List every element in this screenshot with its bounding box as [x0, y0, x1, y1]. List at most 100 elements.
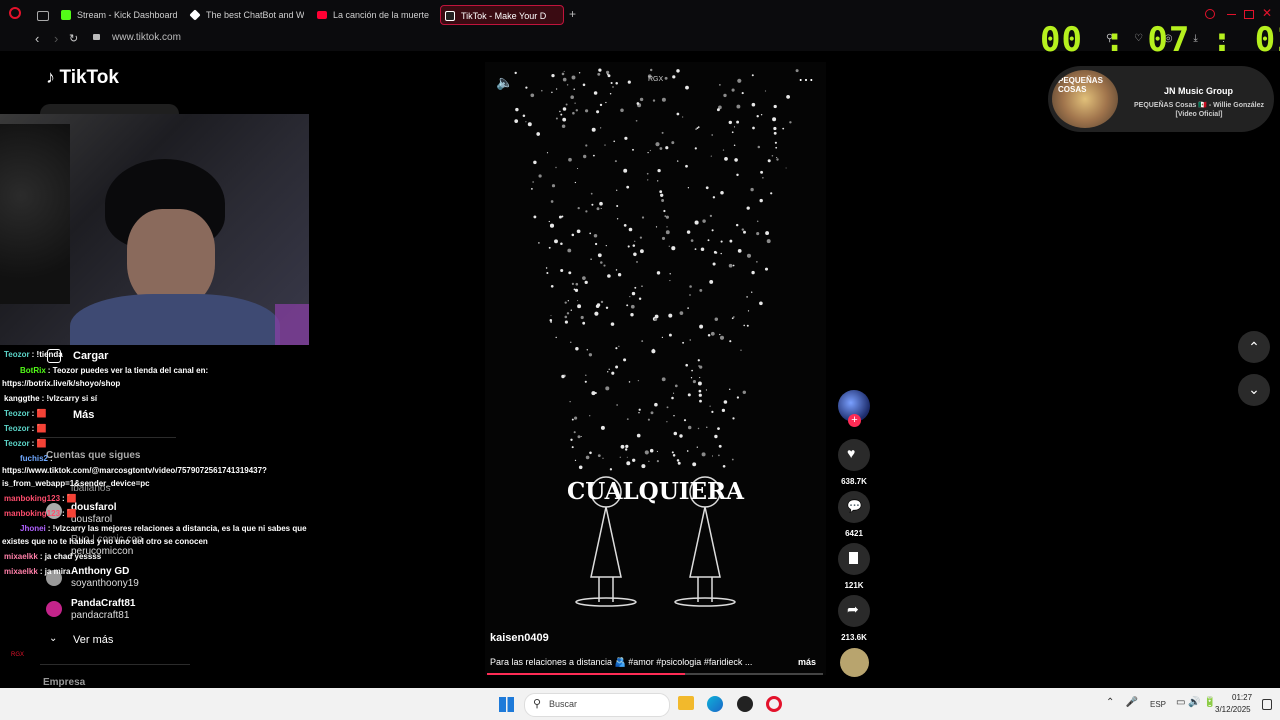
reload-icon[interactable]: ↻ [69, 32, 78, 45]
star [689, 294, 691, 296]
chat-user: manboking123 [4, 509, 61, 518]
star [660, 193, 664, 197]
video-author[interactable]: kaisen0409 [490, 632, 549, 644]
star [561, 72, 565, 76]
caption-more-link[interactable]: más [798, 657, 816, 667]
star [522, 114, 526, 117]
volume-icon[interactable]: 🔈 [496, 74, 513, 91]
star [566, 312, 570, 315]
tray-icons[interactable]: ⌃ 🎤 [1106, 697, 1138, 708]
video-player[interactable]: 🔈 RGX ⋯ CUALQUIERA kaisen0409 Para las r… [485, 62, 826, 675]
see-more-link[interactable]: Ver más [73, 634, 113, 646]
chat-line: BotRix: Teozor puedes ver la tienda del … [4, 366, 208, 375]
star [590, 192, 593, 195]
opera-taskbar-icon[interactable] [766, 696, 782, 712]
star [591, 203, 594, 206]
star [751, 270, 755, 275]
star [591, 127, 596, 132]
tab-tiktok[interactable]: TikTok - Make Your D [440, 5, 564, 25]
file-explorer-icon[interactable] [678, 696, 694, 710]
star [607, 274, 611, 278]
scroll-down-button[interactable]: ⌄ [1238, 374, 1270, 406]
save-button[interactable] [838, 543, 870, 575]
star [533, 215, 537, 219]
star [716, 108, 720, 112]
star [746, 296, 748, 298]
star [649, 149, 652, 152]
maximize-button[interactable] [1244, 10, 1254, 19]
star [582, 321, 586, 325]
chat-msg: : 🟥 [62, 494, 77, 503]
tab-overview-icon[interactable] [37, 11, 49, 21]
tab-youtube[interactable]: La canción de la muerte [313, 5, 431, 25]
notifications-icon[interactable] [1262, 699, 1272, 710]
star [589, 232, 592, 235]
star [661, 131, 664, 134]
chat-msg: : Teozor puedes ver la tienda del canal … [47, 366, 209, 375]
more-options-icon[interactable]: ⋯ [798, 70, 814, 90]
following-handle: pandacraft81 [71, 610, 130, 621]
star [649, 68, 653, 72]
clock-date[interactable]: 3/12/2025 [1215, 705, 1251, 714]
star [764, 267, 769, 271]
like-button[interactable]: ♥ [838, 439, 870, 471]
search-tabs-icon[interactable] [1205, 9, 1215, 19]
minimize-button[interactable] [1227, 14, 1236, 15]
chat-msg: : 🟥 [31, 409, 47, 418]
app-icon[interactable] [737, 696, 753, 712]
star [747, 310, 750, 312]
star [599, 201, 603, 206]
clock-time[interactable]: 01:27 [1232, 693, 1252, 702]
new-tab-button[interactable]: + [569, 8, 576, 20]
star [641, 464, 646, 469]
chat-line: kanggthe: !vlzcarry si sí [4, 394, 97, 403]
star [637, 379, 640, 382]
star [765, 231, 770, 236]
windows-start-icon[interactable] [499, 697, 514, 712]
star [654, 402, 658, 407]
star [614, 160, 617, 163]
star [711, 229, 714, 232]
scroll-up-button[interactable]: ⌃ [1238, 331, 1270, 363]
star [740, 349, 742, 351]
star [616, 218, 619, 220]
chevron-down-icon[interactable]: ⌄ [49, 633, 57, 644]
close-window-button[interactable]: ✕ [1262, 6, 1272, 20]
url-field[interactable]: www.tiktok.com [112, 32, 181, 43]
share-button[interactable]: ➦ [838, 595, 870, 627]
star [668, 313, 673, 318]
star [555, 117, 558, 120]
following-name[interactable]: PandaCraft81 [71, 598, 135, 609]
star [709, 405, 711, 407]
star [785, 167, 787, 169]
star [759, 198, 763, 203]
star [605, 245, 607, 247]
language-indicator[interactable]: ESP [1150, 700, 1166, 709]
taskbar-search-box[interactable]: ⚲ Buscar [524, 693, 670, 717]
back-icon[interactable]: ‹ [35, 31, 39, 46]
sound-disc[interactable] [840, 648, 869, 677]
tab-kick[interactable]: Stream - Kick Dashboard [57, 5, 177, 25]
star [699, 324, 704, 329]
star [655, 142, 660, 147]
opera-logo-icon[interactable] [9, 7, 21, 19]
video-progress-track[interactable] [487, 673, 823, 675]
company-link[interactable]: Empresa [43, 677, 85, 688]
forward-icon[interactable]: › [54, 31, 58, 46]
tiktok-logo[interactable]: ♪ TikTok [46, 67, 119, 89]
tab-chatbot[interactable]: The best ChatBot and W [186, 5, 304, 25]
star [615, 269, 618, 271]
chat-msg: : 🟥 [31, 439, 47, 448]
star [691, 369, 693, 372]
comment-button[interactable]: 💬 [838, 491, 870, 523]
network-volume-icons[interactable]: ▭ 🔊 🔋 [1176, 697, 1216, 708]
star [623, 168, 628, 173]
edge-icon[interactable] [707, 696, 723, 712]
star [585, 109, 589, 113]
webcam-overlay [0, 114, 309, 345]
star [568, 157, 572, 162]
star [776, 158, 779, 161]
follow-plus-icon[interactable]: + [848, 414, 861, 427]
following-avatar[interactable] [46, 601, 62, 617]
video-progress-fill [487, 673, 686, 675]
